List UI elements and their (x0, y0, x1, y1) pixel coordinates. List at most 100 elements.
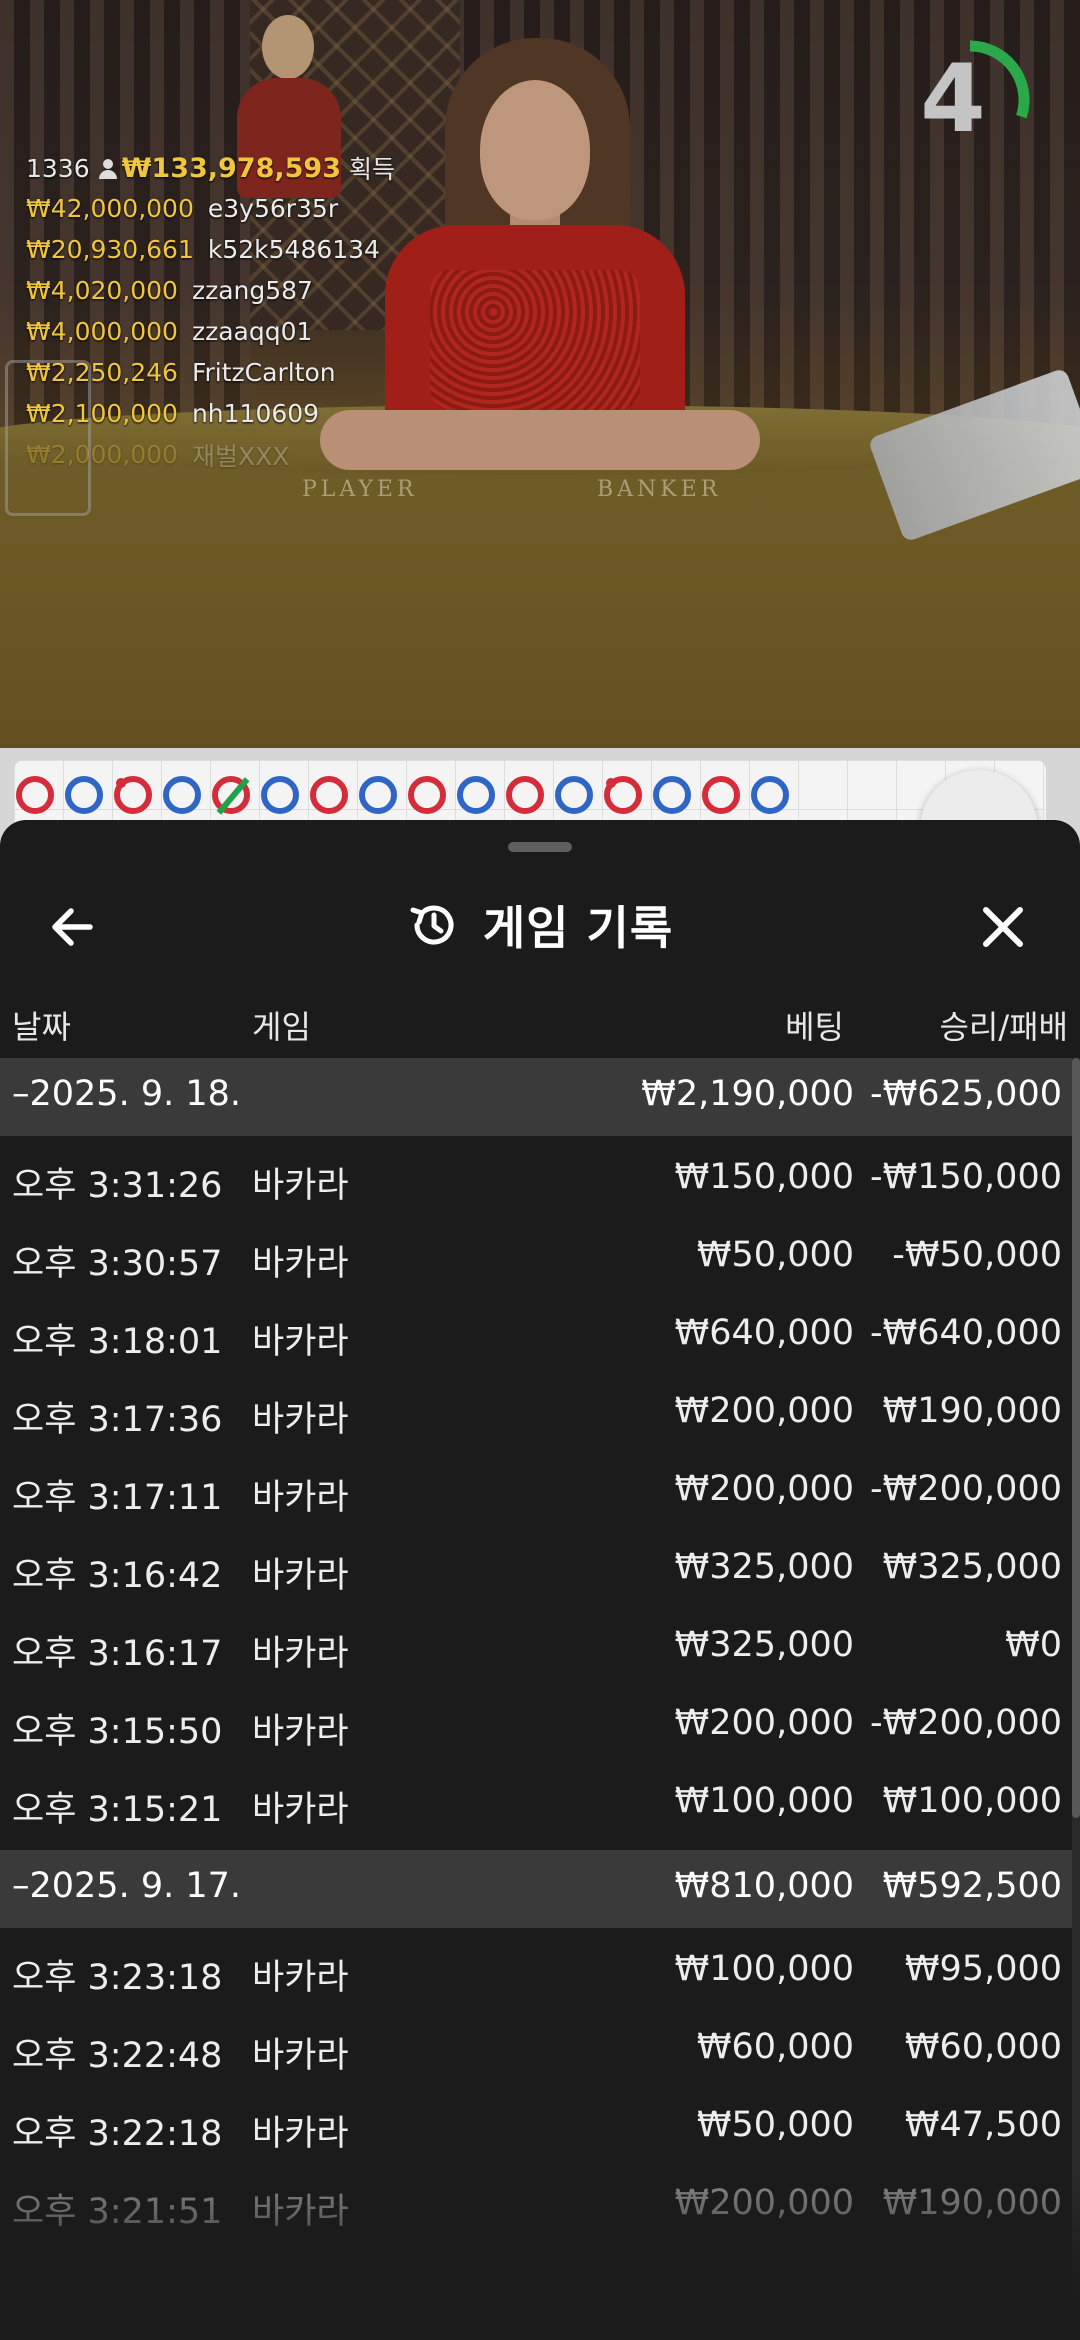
back-button[interactable] (40, 892, 110, 962)
column-game: 게임 (252, 1008, 311, 1046)
row-result: ₩190,000 (882, 1391, 1062, 1431)
sheet-header: 게임 기록 (0, 870, 1080, 980)
winner-amount: ₩4,000,000 (26, 317, 178, 346)
history-row[interactable]: 오후 3:22:18 바카라 ₩50,000 ₩47,500 (0, 2090, 1072, 2168)
bead-road-result (457, 776, 495, 814)
row-result: -₩150,000 (870, 1157, 1062, 1197)
row-bet: ₩150,000 (674, 1157, 854, 1197)
close-icon (983, 907, 1023, 947)
row-time: 오후 3:15:50 (12, 1712, 223, 1752)
winner-amount: ₩2,250,246 (26, 358, 178, 387)
winners-leaderboard: 1336 ₩133,978,593 획득 ₩42,000,000 e3y56r35… (26, 148, 395, 475)
history-row[interactable]: 오후 3:18:01 바카라 ₩640,000 -₩640,000 (0, 1298, 1072, 1376)
history-row[interactable]: 오후 3:16:17 바카라 ₩325,000 ₩0 (0, 1610, 1072, 1688)
history-row[interactable]: 오후 3:30:57 바카라 ₩50,000 -₩50,000 (0, 1220, 1072, 1298)
date-group-row[interactable]: –2025. 9. 17. ₩810,000 ₩592,500 (0, 1850, 1072, 1928)
history-row[interactable]: 오후 3:21:51 바카라 ₩200,000 ₩190,000 (0, 2168, 1072, 2246)
sheet-title: 게임 기록 (482, 901, 674, 955)
row-game: 바카라 (252, 1322, 349, 1362)
arrow-left-icon (52, 908, 93, 946)
row-game: 바카라 (252, 1244, 349, 1284)
bead-road-result (359, 776, 397, 814)
scrollbar-thumb[interactable] (1072, 1058, 1080, 1818)
winner-amount: ₩2,100,000 (26, 399, 178, 428)
player-count: 1336 (26, 153, 90, 183)
history-row[interactable]: 오후 3:16:42 바카라 ₩325,000 ₩325,000 (0, 1532, 1072, 1610)
row-result: ₩325,000 (882, 1547, 1062, 1587)
leaderboard-row: ₩2,000,000 재벌XXX (26, 434, 395, 475)
row-time: 오후 3:31:26 (12, 1166, 223, 1206)
history-row[interactable]: 오후 3:17:36 바카라 ₩200,000 ₩190,000 (0, 1376, 1072, 1454)
row-time: 오후 3:15:21 (12, 1790, 223, 1830)
row-game: 바카라 (252, 1958, 349, 1998)
history-icon (410, 905, 454, 945)
winner-username: 재벌XXX (191, 441, 290, 471)
bead-road-result (702, 776, 740, 814)
row-time: 오후 3:22:18 (12, 2114, 223, 2154)
history-scrollbar[interactable] (1072, 1058, 1080, 2340)
group-bet-total: ₩2,190,000 (641, 1074, 854, 1114)
row-game: 바카라 (252, 1166, 349, 1206)
winner-amount: ₩2,000,000 (26, 440, 178, 469)
bead-road-result (16, 776, 54, 814)
group-date: –2025. 9. 17. (12, 1866, 242, 1906)
bead-road-result (604, 776, 642, 814)
date-group-row[interactable]: –2025. 9. 18. ₩2,190,000 -₩625,000 (0, 1058, 1072, 1136)
timer-seconds: 4 (920, 45, 986, 154)
history-list[interactable]: –2025. 9. 18. ₩2,190,000 -₩625,000 오후 3:31:… (0, 1058, 1072, 2246)
row-time: 오후 3:30:57 (12, 1244, 223, 1284)
row-bet: ₩200,000 (674, 1391, 854, 1431)
history-row[interactable]: 오후 3:15:21 바카라 ₩100,000 ₩100,000 (0, 1766, 1072, 1844)
group-bet-total: ₩810,000 (674, 1866, 854, 1906)
history-column-headers: 날짜 게임 베팅 승리/패배 (0, 990, 1080, 1058)
history-row[interactable]: 오후 3:23:18 바카라 ₩100,000 ₩95,000 (0, 1934, 1072, 2012)
row-time: 오후 3:17:11 (12, 1478, 223, 1518)
leaderboard-row: ₩4,000,000 zzaaqq01 (26, 311, 395, 352)
row-result: ₩100,000 (882, 1781, 1062, 1821)
bead-road-result (751, 776, 789, 814)
row-time: 오후 3:18:01 (12, 1322, 223, 1362)
row-time: 오후 3:17:36 (12, 1400, 223, 1440)
close-button[interactable] (968, 892, 1038, 962)
winner-amount: ₩42,000,000 (26, 194, 194, 223)
row-game: 바카라 (252, 1400, 349, 1440)
won-label: 획득 (349, 155, 396, 184)
row-bet: ₩325,000 (674, 1625, 854, 1665)
row-result: -₩200,000 (870, 1703, 1062, 1743)
leaderboard-row: ₩2,100,000 nh110609 (26, 393, 395, 434)
bead-road-result (408, 776, 446, 814)
row-game: 바카라 (252, 1634, 349, 1674)
game-history-sheet: 게임 기록 날짜 게임 베팅 승리/패배 –2025. 9. 18. ₩2,190… (0, 820, 1080, 2340)
group-result-total: ₩592,500 (882, 1866, 1062, 1906)
history-row[interactable]: 오후 3:17:11 바카라 ₩200,000 -₩200,000 (0, 1454, 1072, 1532)
row-bet: ₩325,000 (674, 1547, 854, 1587)
row-game: 바카라 (252, 1478, 349, 1518)
row-result: ₩60,000 (904, 2027, 1062, 2067)
column-bet: 베팅 (785, 1008, 844, 1046)
row-game: 바카라 (252, 1790, 349, 1830)
row-game: 바카라 (252, 2036, 349, 2076)
leaderboard-row: ₩4,020,000 zzang587 (26, 270, 395, 311)
history-row[interactable]: 오후 3:31:26 바카라 ₩150,000 -₩150,000 (0, 1142, 1072, 1220)
row-bet: ₩100,000 (674, 1949, 854, 1989)
winner-username: FritzCarlton (191, 358, 336, 387)
row-time: 오후 3:21:51 (12, 2192, 223, 2232)
bead-road-result (114, 776, 152, 814)
row-bet: ₩100,000 (674, 1781, 854, 1821)
bead-road-result (65, 776, 103, 814)
history-row[interactable]: 오후 3:15:50 바카라 ₩200,000 -₩200,000 (0, 1688, 1072, 1766)
row-result: -₩640,000 (870, 1313, 1062, 1353)
group-date: –2025. 9. 18. (12, 1074, 242, 1114)
row-game: 바카라 (252, 1712, 349, 1752)
history-row[interactable]: 오후 3:22:48 바카라 ₩60,000 ₩60,000 (0, 2012, 1072, 2090)
bead-road-result (261, 776, 299, 814)
row-result: ₩95,000 (904, 1949, 1062, 1989)
winner-username: e3y56r35r (207, 194, 339, 223)
row-bet: ₩50,000 (696, 1235, 854, 1275)
row-time: 오후 3:23:18 (12, 1958, 223, 1998)
sheet-drag-handle[interactable] (508, 842, 572, 852)
row-bet: ₩640,000 (674, 1313, 854, 1353)
winner-username: k52k5486134 (207, 235, 380, 264)
row-game: 바카라 (252, 1556, 349, 1596)
leaderboard-row: ₩42,000,000 e3y56r35r (26, 188, 395, 229)
